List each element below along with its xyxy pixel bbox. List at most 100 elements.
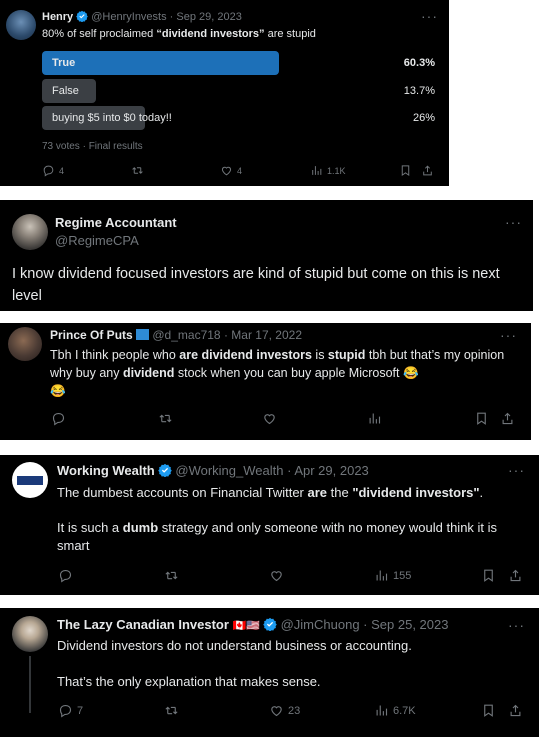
like-icon xyxy=(269,703,284,718)
handle[interactable]: @d_mac718 xyxy=(152,328,220,342)
poll-option-percent: 60.3% xyxy=(403,57,435,69)
like-icon xyxy=(269,568,284,583)
handle[interactable]: @JimChuong xyxy=(281,617,360,632)
bookmark-button[interactable] xyxy=(481,703,496,718)
share-icon xyxy=(508,568,523,583)
tweet-henry[interactable]: Henry @HenryInvests · Sep 29, 2023 ··· 8… xyxy=(0,0,449,186)
tweet-text-paragraph: It is such a dumb strategy and only some… xyxy=(57,520,498,553)
bookmark-icon xyxy=(481,568,496,583)
display-name[interactable]: Working Wealth xyxy=(57,463,155,478)
timestamp[interactable]: · Sep 25, 2023 xyxy=(363,617,448,632)
name-emoji-icon xyxy=(136,329,150,340)
retweet-button[interactable] xyxy=(158,411,173,426)
view-count: 155 xyxy=(393,569,412,582)
retweet-button[interactable] xyxy=(164,568,179,583)
tweet-header: The Lazy Canadian Investor 🇨🇦🇺🇸 @JimChuo… xyxy=(57,617,448,632)
view-count: 1.1K xyxy=(327,165,346,176)
share-icon xyxy=(508,703,523,718)
verified-badge-icon xyxy=(76,10,88,22)
poll-footer: 73 votes · Final results xyxy=(42,141,143,152)
bookmark-button[interactable] xyxy=(474,411,489,426)
tweet-lazy-canadian-investor[interactable]: The Lazy Canadian Investor 🇨🇦🇺🇸 @JimChuo… xyxy=(0,608,539,737)
views-button[interactable]: 155 xyxy=(374,568,411,583)
timestamp[interactable]: · Mar 17, 2022 xyxy=(224,328,302,342)
like-button[interactable] xyxy=(262,411,277,426)
tweet-working-wealth[interactable]: Working Wealth @Working_Wealth · Apr 29,… xyxy=(0,455,539,595)
like-button[interactable]: 4 xyxy=(220,164,242,177)
reply-icon xyxy=(58,703,73,718)
poll-option-percent: 26% xyxy=(412,112,435,124)
retweet-icon xyxy=(164,703,179,718)
more-options-icon[interactable]: ··· xyxy=(500,327,517,343)
view-count: 6.7K xyxy=(393,704,416,717)
tweet-text-paragraph: Dividend investors do not understand bus… xyxy=(57,638,412,653)
poll-option-label: True xyxy=(52,57,76,69)
views-button[interactable]: 1.1K xyxy=(310,164,346,177)
timestamp[interactable]: · Sep 29, 2023 xyxy=(170,11,242,23)
avatar[interactable] xyxy=(12,214,48,250)
share-button[interactable] xyxy=(508,568,523,583)
reply-button[interactable] xyxy=(58,568,73,583)
share-button[interactable] xyxy=(508,703,523,718)
tweet-header: Henry @HenryInvests · Sep 29, 2023 xyxy=(42,10,242,23)
retweet-icon xyxy=(158,411,173,426)
retweet-button[interactable] xyxy=(164,703,179,718)
like-button[interactable] xyxy=(269,568,284,583)
tweet-header: Prince Of Puts @d_mac718 · Mar 17, 2022 xyxy=(50,328,302,342)
display-name[interactable]: Prince Of Puts xyxy=(50,328,133,342)
reply-button[interactable]: 4 xyxy=(42,164,64,177)
like-icon xyxy=(220,164,233,177)
reply-icon xyxy=(58,568,73,583)
tweet-header: Working Wealth @Working_Wealth · Apr 29,… xyxy=(57,463,369,478)
views-icon xyxy=(374,568,389,583)
display-name[interactable]: The Lazy Canadian Investor xyxy=(57,617,229,632)
reply-icon xyxy=(42,164,55,177)
verified-badge-icon xyxy=(158,463,172,477)
like-button[interactable]: 23 xyxy=(269,703,300,718)
display-name[interactable]: Henry xyxy=(42,11,73,23)
views-button[interactable] xyxy=(367,411,382,426)
like-count: 23 xyxy=(288,704,301,717)
bookmark-button[interactable] xyxy=(481,568,496,583)
thread-line xyxy=(29,656,31,713)
retweet-icon xyxy=(164,568,179,583)
like-icon xyxy=(262,411,277,426)
reply-button[interactable] xyxy=(51,411,66,426)
tweet-text: Tbh I think people who are dividend inve… xyxy=(50,348,505,398)
more-options-icon[interactable]: ··· xyxy=(508,462,525,478)
share-icon xyxy=(500,411,515,426)
retweet-button[interactable] xyxy=(131,164,144,177)
views-button[interactable]: 6.7K xyxy=(374,703,416,718)
reply-count: 7 xyxy=(77,704,84,717)
poll-option-bar-true xyxy=(42,51,279,75)
avatar[interactable] xyxy=(6,10,36,40)
share-button[interactable] xyxy=(500,411,515,426)
handle[interactable]: @RegimeCPA xyxy=(55,233,139,248)
avatar[interactable] xyxy=(12,616,48,652)
display-name[interactable]: Regime Accountant xyxy=(55,215,177,230)
bookmark-button[interactable] xyxy=(399,164,412,177)
handle[interactable]: @Working_Wealth xyxy=(175,463,283,478)
avatar[interactable] xyxy=(12,462,48,498)
views-icon xyxy=(310,164,323,177)
reply-button[interactable]: 7 xyxy=(58,703,83,718)
poll-option-label: buying $5 into $0 today!! xyxy=(52,112,172,124)
verified-badge-icon xyxy=(263,617,277,631)
reply-icon xyxy=(51,411,66,426)
poll-option-label: False xyxy=(52,85,79,97)
views-icon xyxy=(367,411,382,426)
tweet-text: 80% of self proclaimed “dividend investo… xyxy=(42,28,316,40)
more-options-icon[interactable]: ··· xyxy=(508,617,525,633)
avatar[interactable] xyxy=(8,327,42,361)
share-button[interactable] xyxy=(421,164,434,177)
more-options-icon[interactable]: ··· xyxy=(505,214,522,230)
tweet-regime-accountant[interactable]: Regime Accountant @RegimeCPA ··· I know … xyxy=(0,200,533,311)
more-options-icon[interactable]: ··· xyxy=(421,8,438,24)
timestamp[interactable]: · Apr 29, 2023 xyxy=(287,463,369,478)
bookmark-icon xyxy=(399,164,412,177)
reply-count: 4 xyxy=(59,165,65,176)
tweet-prince-of-puts[interactable]: Prince Of Puts @d_mac718 · Mar 17, 2022 … xyxy=(0,323,531,440)
tweet-text: I know dividend focused investors are ki… xyxy=(12,266,500,304)
bookmark-icon xyxy=(474,411,489,426)
handle[interactable]: @HenryInvests xyxy=(91,11,166,23)
